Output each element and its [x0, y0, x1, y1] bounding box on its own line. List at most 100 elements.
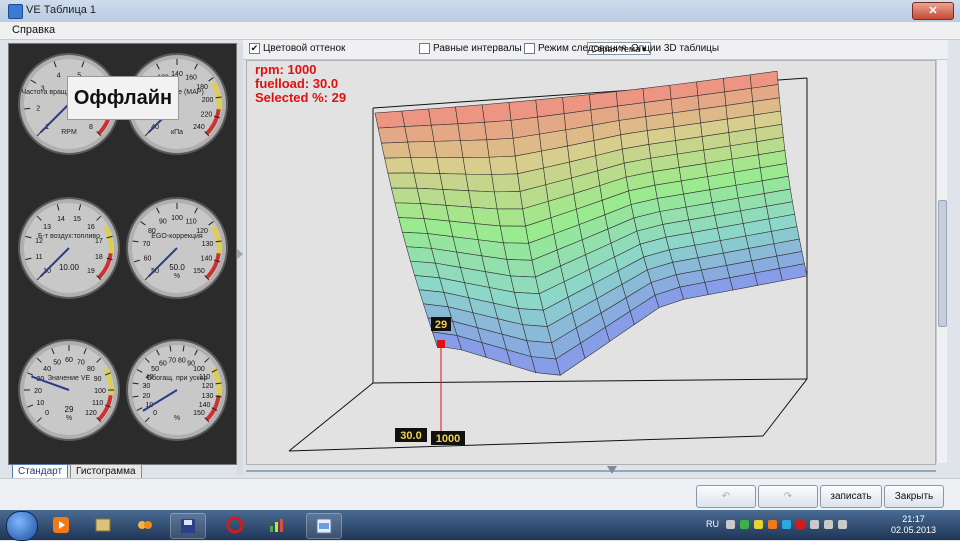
surface-cell[interactable]: [394, 202, 425, 219]
surface-cell[interactable]: [377, 126, 409, 144]
write-button[interactable]: записать: [820, 485, 882, 508]
surface-cell[interactable]: [508, 99, 538, 121]
color-shading-toggle[interactable]: ✔ Цветовой оттенок: [249, 43, 345, 54]
vertical-rotation-slider[interactable]: [936, 60, 947, 463]
gauge-accel: 0 10 20 30 40 50 60 70 80 90 100 110 120 130 140 150 Обо…: [125, 338, 229, 442]
horizontal-rotation-slider[interactable]: [246, 466, 936, 476]
taskbar-app-icon[interactable]: [128, 513, 162, 537]
surface-cell[interactable]: [513, 291, 544, 311]
surface-cell[interactable]: [468, 190, 498, 210]
equal-intervals-toggle[interactable]: Равные интервалы: [419, 43, 522, 54]
surface-cell[interactable]: [457, 121, 488, 141]
menu-help[interactable]: Справка: [12, 24, 55, 36]
surface-cell[interactable]: [471, 206, 501, 227]
slider-knob[interactable]: [607, 466, 617, 474]
surface-cell[interactable]: [460, 139, 490, 158]
tray-skype-icon[interactable]: [782, 520, 791, 529]
surface-cell[interactable]: [391, 187, 421, 204]
surface-cell[interactable]: [384, 157, 415, 174]
tray-app-icon[interactable]: [754, 520, 763, 529]
start-button[interactable]: [6, 511, 38, 541]
surface-cell[interactable]: [413, 172, 444, 190]
tray-up-icon[interactable]: [726, 520, 735, 529]
ve-3d-surface-view[interactable]: 29 1000 30.0 rpm: 1000 fuelload: 30.0 Sele…: [246, 60, 936, 465]
tray-power-icon[interactable]: [838, 520, 847, 529]
gauge-tick-label: 60: [65, 357, 73, 364]
tray-network-icon[interactable]: [810, 520, 819, 529]
surface-cell[interactable]: [518, 308, 548, 327]
tray-app-icon[interactable]: [740, 520, 749, 529]
gauge-tick-label: 4: [57, 73, 61, 80]
language-indicator[interactable]: RU: [706, 519, 719, 529]
follow-mode-toggle[interactable]: Режим следования: [524, 43, 626, 54]
surface-cell[interactable]: [442, 189, 472, 208]
surface-cell[interactable]: [503, 242, 533, 261]
surface-cell[interactable]: [488, 155, 518, 175]
surface-cell[interactable]: [465, 173, 495, 193]
surface-cell[interactable]: [484, 120, 514, 141]
taskbar-save-icon[interactable]: [170, 513, 206, 539]
surface-cell[interactable]: [499, 225, 530, 244]
surface-cell[interactable]: [405, 246, 436, 264]
tab-histogram[interactable]: Гистограмма: [70, 464, 142, 479]
taskbar-opera-icon[interactable]: [218, 513, 252, 537]
rpm-value-tag: 1000: [436, 433, 460, 445]
surface-cell[interactable]: [381, 141, 412, 159]
surface-cell[interactable]: [445, 205, 476, 224]
window-close-button[interactable]: ✕: [912, 2, 954, 20]
taskbar-media-player-icon[interactable]: [44, 513, 78, 537]
gauge-ego: 50 60 70 80 90 100 110 120 130 140 150 EGO-коррекци…: [125, 196, 229, 300]
gauge-tabs: Стандарт Гистограмма: [8, 464, 235, 479]
surface-cell[interactable]: [510, 275, 540, 295]
surface-cell[interactable]: [428, 106, 459, 126]
surface-cell[interactable]: [455, 104, 485, 125]
taskbar-clock[interactable]: 21:17 02.05.2013: [891, 514, 936, 536]
gauge-tick-label: 130: [202, 393, 214, 400]
gauge-tick-label: 14: [57, 216, 65, 223]
tray-app-icon[interactable]: [796, 520, 805, 529]
ve-surface-canvas[interactable]: 29 1000 30.0: [247, 61, 935, 464]
surface-cell[interactable]: [491, 173, 521, 193]
surface-cell[interactable]: [433, 140, 464, 158]
surface-cell[interactable]: [401, 108, 432, 127]
gauge-tick-label: 120: [202, 383, 214, 390]
windows-taskbar: RU 21:17 02.05.2013: [0, 510, 960, 541]
surface-cell[interactable]: [522, 324, 553, 344]
surface-cell[interactable]: [496, 208, 526, 227]
surface-cell[interactable]: [436, 157, 467, 175]
surface-cell[interactable]: [387, 172, 418, 189]
surface-cell[interactable]: [430, 123, 461, 142]
tray-app-icon[interactable]: [768, 520, 777, 529]
gauge-tick-label: 8: [89, 124, 93, 131]
surface-cell[interactable]: [407, 141, 438, 158]
undo-button[interactable]: ↶: [696, 485, 756, 508]
surface-cell[interactable]: [398, 217, 429, 234]
surface-cell[interactable]: [481, 102, 512, 123]
redo-button[interactable]: ↷: [758, 485, 818, 508]
gauge-tick-label: 50: [53, 359, 61, 366]
window-titlebar[interactable]: VE Таблица 1 ✕: [0, 0, 960, 23]
taskbar-explorer-icon[interactable]: [86, 513, 120, 537]
surface-cell[interactable]: [416, 187, 447, 206]
close-button[interactable]: Закрыть: [884, 485, 944, 508]
pane-splitter[interactable]: [237, 43, 243, 475]
tab-standard[interactable]: Стандарт: [12, 464, 69, 479]
surface-cell[interactable]: [493, 191, 524, 210]
surface-cell[interactable]: [404, 124, 435, 143]
follow-mode-label: Режим следования: [538, 43, 627, 54]
selected-cell-marker[interactable]: [437, 340, 445, 348]
surface-cell[interactable]: [486, 137, 516, 158]
taskbar-java-app-icon[interactable]: [306, 513, 342, 539]
surface-cell[interactable]: [402, 231, 432, 249]
options-3d-menu[interactable]: Опции 3D таблицы: [631, 43, 719, 54]
surface-cell[interactable]: [374, 110, 406, 129]
surface-cell[interactable]: [410, 157, 441, 174]
surface-cell[interactable]: [439, 173, 469, 192]
gauge-afr: 10 11 12 13 14 15 16 17 18 19 Б-т воздух:топливо 10…: [17, 196, 121, 300]
surface-cell[interactable]: [462, 156, 493, 175]
gauge-tick-label: 80: [87, 366, 95, 373]
gauge-tick-label: 80: [178, 357, 186, 364]
tray-volume-icon[interactable]: [824, 520, 833, 529]
scroll-thumb[interactable]: [938, 200, 947, 327]
surface-cell[interactable]: [506, 259, 536, 278]
